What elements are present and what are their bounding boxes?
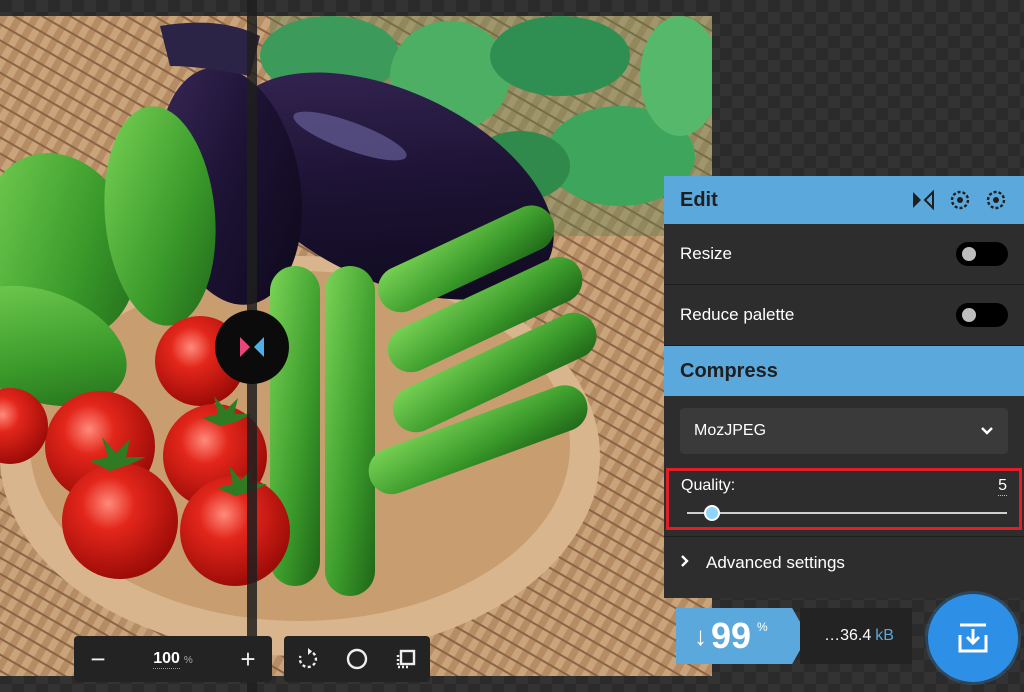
zoom-out-button[interactable]: − (74, 636, 122, 682)
zoom-in-button[interactable]: + (224, 636, 272, 682)
view-toolbar (284, 636, 430, 682)
crop-square-icon (396, 649, 415, 669)
output-size: …36.4 kB (800, 608, 912, 664)
advanced-settings-label: Advanced settings (706, 553, 845, 572)
output-size-unit: kB (875, 627, 894, 644)
quality-value-input[interactable]: 5 (998, 477, 1007, 496)
resize-label: Resize (680, 244, 732, 263)
resize-row[interactable]: Resize (664, 224, 1024, 285)
vegetables-photo (0, 16, 712, 676)
edit-title: Edit (680, 188, 718, 211)
quality-slider-track[interactable] (687, 512, 1007, 514)
rotate-button[interactable] (284, 636, 333, 682)
background-toggle-button[interactable] (333, 636, 382, 682)
chevron-down-icon (981, 427, 993, 435)
zoom-toolbar: − 100% + (74, 636, 272, 682)
compress-header: Compress (664, 346, 1024, 396)
reduce-palette-row[interactable]: Reduce palette (664, 285, 1024, 346)
zoom-value[interactable]: 100 (153, 650, 180, 669)
compare-side-icon[interactable] (910, 190, 936, 210)
percent-sign: % (757, 620, 768, 634)
split-arrows-icon (240, 337, 264, 357)
output-size-value: …36.4 (824, 627, 872, 644)
reduction-percent: 99 (711, 615, 752, 656)
reduce-palette-toggle[interactable] (956, 303, 1008, 327)
quality-label: Quality: (681, 477, 736, 494)
down-arrow-icon: ↓ (694, 620, 707, 651)
resize-toggle[interactable] (956, 242, 1008, 266)
options-panel: Edit Resize Reduce palette Compress MozJ… (664, 176, 1024, 598)
quality-control: Quality: 5 (666, 468, 1022, 530)
advanced-settings-toggle[interactable]: Advanced settings (664, 536, 1024, 589)
compare-divider-handle[interactable] (215, 310, 289, 384)
download-icon (958, 623, 988, 653)
size-reduction-badge: ↓ 99 % (676, 608, 808, 664)
codec-value: MozJPEG (694, 422, 767, 439)
codec-select[interactable]: MozJPEG (680, 408, 1008, 454)
rotate-icon (299, 648, 318, 669)
import-settings-gear-icon[interactable] (948, 188, 972, 212)
download-button[interactable] (928, 594, 1018, 682)
reduce-palette-label: Reduce palette (680, 305, 795, 324)
image-preview[interactable] (0, 16, 712, 676)
quality-slider-thumb[interactable] (704, 505, 720, 521)
save-settings-gear-icon[interactable] (984, 188, 1008, 212)
circle-icon (346, 648, 368, 670)
zoom-level[interactable]: 100% (122, 650, 224, 669)
zoom-unit: % (183, 655, 193, 666)
compress-title: Compress (680, 359, 778, 382)
edit-header: Edit (664, 176, 1024, 224)
fit-view-button[interactable] (381, 636, 430, 682)
chevron-right-icon (680, 554, 690, 573)
